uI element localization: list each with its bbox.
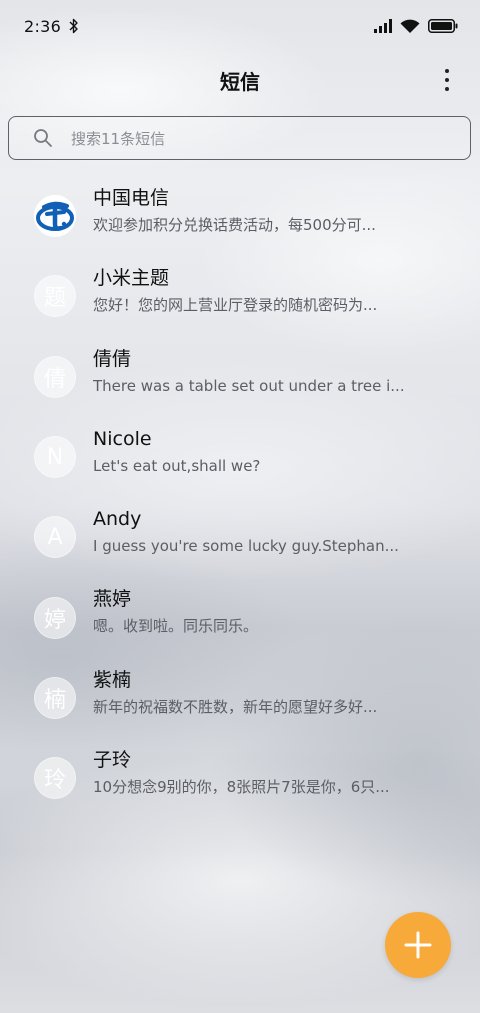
conversation-item[interactable]: 倩 倩倩 There was a table set out under a t…	[0, 337, 480, 417]
conversation-name: 小米主题	[93, 267, 170, 290]
conversation-name: 中国电信	[93, 187, 170, 209]
conversation-item[interactable]: 中国电信 欢迎参加积分兑换话费活动，每500分可...	[0, 176, 480, 256]
conversation-preview: Let's eat out,shall we?	[93, 456, 261, 475]
conversation-preview: 新年的祝福数不胜数，新年的愿望好多好...	[93, 697, 378, 716]
more-options-button[interactable]	[440, 66, 454, 94]
conversation-name: 倩倩	[93, 347, 132, 370]
conversation-preview: I guess you're some lucky guy.Stephan...	[93, 537, 399, 556]
signal-icon	[374, 19, 392, 33]
avatar: 婷	[34, 596, 76, 639]
avatar: N	[34, 436, 76, 479]
avatar: A	[34, 516, 76, 559]
conversation-name: 燕婷	[93, 588, 132, 611]
search-icon	[34, 129, 52, 147]
conversation-preview: 10分想念9别的你，8张照片7张是你，6只...	[93, 778, 390, 797]
plus-icon	[404, 931, 432, 959]
conversation-name: Andy	[93, 508, 142, 531]
search-placeholder: 搜索11条短信	[71, 129, 166, 148]
avatar: 楠	[34, 676, 76, 719]
conversation-item[interactable]: N Nicole Let's eat out,shall we?	[0, 417, 480, 497]
telecom-logo-svg	[34, 195, 76, 238]
conversation-item[interactable]: A Andy I guess you're some lucky guy.Ste…	[0, 497, 480, 577]
conversation-name: 紫楠	[93, 668, 132, 691]
page-title: 短信	[220, 69, 260, 94]
conversation-name: 子玲	[93, 749, 132, 772]
status-icons	[374, 19, 458, 34]
app-header: 短信	[0, 56, 480, 104]
avatar: 题	[34, 275, 76, 318]
search-input[interactable]: 搜索11条短信	[8, 116, 471, 160]
battery-icon	[428, 19, 458, 33]
conversation-preview: There was a table set out under a tree i…	[93, 376, 405, 395]
conversation-list: 中国电信 欢迎参加积分兑换话费活动，每500分可... 题 小米主题 您好！您的…	[0, 176, 480, 818]
avatar: 玲	[34, 757, 76, 800]
conversation-item[interactable]: 题 小米主题 您好！您的网上营业厅登录的随机密码为...	[0, 256, 480, 336]
conversation-preview: 欢迎参加积分兑换话费活动，每500分可...	[93, 216, 376, 234]
avatar: 倩	[34, 355, 76, 398]
wifi-icon	[400, 19, 420, 33]
new-message-button[interactable]	[385, 912, 451, 978]
bluetooth-icon	[69, 18, 78, 34]
china-telecom-logo-icon	[34, 195, 76, 238]
conversation-item[interactable]: 玲 子玲 10分想念9别的你，8张照片7张是你，6只...	[0, 738, 480, 818]
status-bar: 2:36	[0, 0, 480, 52]
conversation-preview: 嗯。收到啦。同乐同乐。	[93, 617, 259, 636]
conversation-name: Nicole	[93, 427, 152, 450]
conversation-item[interactable]: 楠 紫楠 新年的祝福数不胜数，新年的愿望好多好...	[0, 658, 480, 738]
conversation-preview: 您好！您的网上营业厅登录的随机密码为...	[93, 296, 378, 315]
conversation-item[interactable]: 婷 燕婷 嗯。收到啦。同乐同乐。	[0, 577, 480, 657]
status-time: 2:36	[24, 16, 62, 36]
more-vertical-icon	[445, 69, 449, 73]
